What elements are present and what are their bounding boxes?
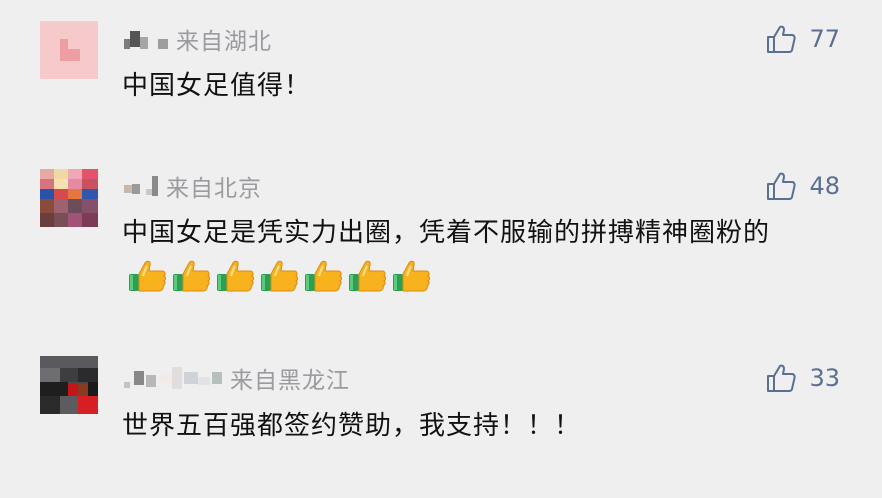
comment-text: 中国女足值得！ <box>122 71 312 101</box>
avatar-pixel <box>40 396 60 414</box>
location-label: 来自湖北 <box>176 29 272 55</box>
avatar-pixel <box>40 382 68 396</box>
thumbs-up-emoji-icon <box>214 258 258 294</box>
blurred-username[interactable] <box>124 366 222 390</box>
avatar[interactable] <box>40 21 98 79</box>
location-label: 来自北京 <box>166 176 262 202</box>
avatar-pixel <box>78 384 88 396</box>
avatar-pixel <box>60 39 68 61</box>
location-label: 来自黑龙江 <box>230 368 350 394</box>
thumbs-up-emoji-icon <box>346 258 390 294</box>
avatar-pixel <box>40 189 54 199</box>
like-count: 33 <box>809 364 840 392</box>
like-count: 77 <box>809 25 840 53</box>
thumbs-up-emoji-icon <box>126 258 170 294</box>
name-row: 来自北京 <box>124 169 262 203</box>
avatar-pixel <box>68 189 82 199</box>
avatar-pixel <box>40 169 54 179</box>
thumbs-up-icon <box>767 172 797 200</box>
avatar-pixel <box>82 189 98 199</box>
avatar-pixel <box>54 213 68 227</box>
thumbs-up-emoji-row <box>126 258 434 294</box>
thumbs-up-icon <box>767 364 797 392</box>
avatar-pixel <box>68 199 82 213</box>
comment-text: 世界五百强都签约赞助，我支持！！！ <box>122 411 582 441</box>
avatar-pixel <box>82 179 98 189</box>
name-row: 来自湖北 <box>124 22 272 56</box>
avatar-pixel <box>68 179 82 189</box>
avatar-pixel <box>78 396 98 414</box>
avatar-pixel <box>68 213 82 227</box>
avatar-pixel <box>40 179 54 189</box>
like-button[interactable]: 48 <box>765 169 840 203</box>
avatar-pixel <box>54 199 68 213</box>
avatar-pixel <box>54 189 68 199</box>
avatar-pixel <box>88 382 98 396</box>
name-row: 来自黑龙江 <box>124 361 350 395</box>
like-button[interactable]: 33 <box>765 361 840 395</box>
thumbs-up-icon <box>767 25 797 53</box>
comment-text: 中国女足是凭实力出圈，凭着不服输的拼搏精神圈粉的 <box>122 212 852 296</box>
avatar-pixel <box>68 49 80 61</box>
avatar-pixel <box>82 213 98 227</box>
avatar-pixel <box>54 169 68 179</box>
avatar-pixel <box>60 368 78 382</box>
avatar[interactable] <box>40 169 98 227</box>
avatar-pixel <box>40 368 60 382</box>
avatar-pixel <box>68 384 78 396</box>
thumbs-up-emoji-icon <box>390 258 434 294</box>
avatar-pixel <box>40 356 98 368</box>
avatar-pixel <box>82 199 98 213</box>
like-count: 48 <box>809 172 840 200</box>
avatar-pixel <box>40 199 54 213</box>
blurred-username[interactable] <box>124 174 158 198</box>
blurred-username[interactable] <box>124 27 168 51</box>
avatar-pixel <box>60 396 78 414</box>
thumbs-up-emoji-icon <box>302 258 346 294</box>
avatar-pixel <box>82 169 98 179</box>
like-button[interactable]: 77 <box>765 22 840 56</box>
comment-text-content: 中国女足是凭实力出圈，凭着不服输的拼搏精神圈粉的 <box>122 218 771 248</box>
avatar-pixel <box>40 213 54 227</box>
thumbs-up-emoji-icon <box>170 258 214 294</box>
avatar-pixel <box>78 368 98 382</box>
thumbs-up-emoji-icon <box>258 258 302 294</box>
avatar[interactable] <box>40 356 98 414</box>
avatar-pixel <box>68 169 82 179</box>
avatar-pixel <box>54 179 68 189</box>
